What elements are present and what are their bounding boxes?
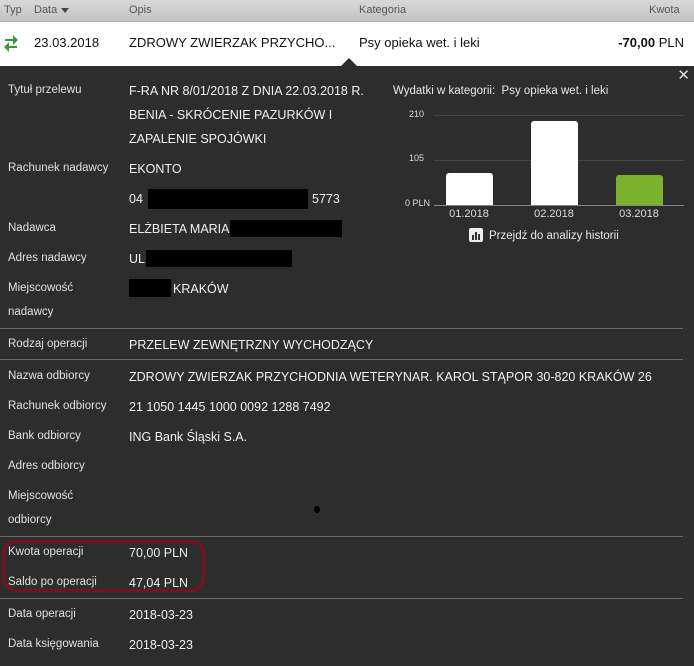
sender-city-value: KRAKÓW (173, 282, 229, 296)
x-tick-label: 02.2018 (534, 208, 574, 220)
sender-account-label: Rachunek nadawcy (8, 162, 109, 174)
bar-chart-icon (469, 228, 483, 242)
op-type-label: Rodzaj operacji (8, 338, 88, 350)
divider (0, 328, 683, 329)
recipient-address-label: Adres odbiorcy (8, 460, 85, 472)
recipient-name-label: Nazwa odbiorcy (8, 370, 90, 382)
sort-desc-icon (61, 7, 70, 13)
x-tick-label: 03.2018 (619, 208, 659, 220)
op-type-value: PRZELEW ZEWNĘTRZNY WYCHODZĄCY (129, 338, 374, 352)
cursor-dot (314, 506, 320, 513)
x-tick-label: 01.2018 (449, 208, 489, 220)
transaction-category[interactable]: Psy opieka wet. i leki (359, 35, 480, 50)
sender-city-label-2: nadawcy (8, 306, 54, 318)
divider (0, 598, 683, 599)
transaction-amount: -70,00 PLN (618, 35, 684, 50)
close-icon[interactable]: ✕ (677, 66, 690, 84)
transaction-description: ZDROWY ZWIERZAK PRZYCHO... (129, 35, 336, 50)
title-label: Tytuł przelewu (8, 84, 82, 96)
amount-number: -70,00 (618, 35, 656, 50)
y-tick-label: 105 (408, 153, 424, 163)
recipient-city-label: Miejscowość (8, 490, 74, 502)
table-header: Typ Data Opis Kategoria Kwota (0, 0, 694, 22)
chart-bar-03.2018[interactable] (616, 175, 663, 205)
sender-address-value: UL (129, 252, 145, 266)
recipient-bank-value: ING Bank Śląski S.A. (129, 430, 248, 444)
transaction-date: 23.03.2018 (34, 35, 100, 50)
chart-title-category: Psy opieka wet. i leki (501, 85, 609, 97)
op-date-value: 2018-03-23 (129, 608, 193, 622)
column-category-header[interactable]: Kategoria (359, 4, 406, 16)
booking-date-label: Data księgowania (8, 638, 99, 650)
chart-bar-02.2018[interactable] (531, 121, 578, 205)
booking-date-value: 2018-03-23 (129, 638, 193, 652)
column-date-header[interactable]: Data (34, 4, 70, 16)
column-description-header[interactable]: Opis (129, 4, 152, 16)
amount-currency: PLN (658, 35, 684, 50)
chart-bar-01.2018[interactable] (446, 173, 493, 205)
history-link-label: Przejdź do analizy historii (489, 230, 619, 242)
column-date-label: Data (34, 4, 58, 16)
sender-account-suffix: 5773 (312, 192, 340, 206)
transfer-arrows-icon (4, 35, 18, 52)
op-date-label: Data operacji (8, 608, 76, 620)
redaction-box (230, 220, 342, 237)
history-analysis-link[interactable]: Przejdź do analizy historii (469, 228, 619, 242)
highlight-annotation (2, 540, 205, 592)
divider (0, 536, 683, 537)
title-line-2: BENIA - SKRÓCENIE PAZURKÓW I (129, 108, 333, 122)
sender-address-label: Adres nadawcy (8, 252, 87, 264)
recipient-bank-label: Bank odbiorcy (8, 430, 81, 442)
divider (0, 359, 683, 360)
sender-value: ELŻBIETA MARIA (129, 222, 230, 236)
y-tick-label: 0 PLN (404, 198, 430, 208)
gridline (434, 115, 684, 116)
recipient-account-label: Rachunek odbiorcy (8, 400, 107, 412)
redaction-box (146, 250, 292, 267)
column-type-header[interactable]: Typ (4, 4, 22, 16)
sender-city-label: Miejscowość (8, 282, 74, 294)
recipient-name-value: ZDROWY ZWIERZAK PRZYCHODNIA WETERYNAR. K… (129, 370, 652, 384)
title-line-3: ZAPALENIE SPOJÓWKI (129, 132, 267, 146)
recipient-city-label-2: odbiorcy (8, 514, 52, 526)
y-tick-label: 210 (408, 109, 424, 119)
sender-label: Nadawca (8, 222, 56, 234)
x-axis (434, 205, 684, 206)
sender-account-prefix: 04 (129, 192, 143, 206)
chart-title-prefix: Wydatki w kategorii: (393, 85, 496, 97)
column-amount-header[interactable]: Kwota (649, 4, 680, 16)
title-line-1: F-RA NR 8/01/2018 Z DNIA 22.03.2018 R. (129, 84, 364, 98)
chart-title: Wydatki w kategorii: Psy opieka wet. i l… (393, 85, 608, 97)
redaction-box (129, 279, 171, 297)
recipient-account-value: 21 1050 1445 1000 0092 1288 7492 (129, 400, 331, 414)
redaction-box (148, 189, 308, 209)
transaction-details-panel: ✕ Tytuł przelewu F-RA NR 8/01/2018 Z DNI… (0, 66, 694, 666)
sender-account-type: EKONTO (129, 162, 182, 176)
